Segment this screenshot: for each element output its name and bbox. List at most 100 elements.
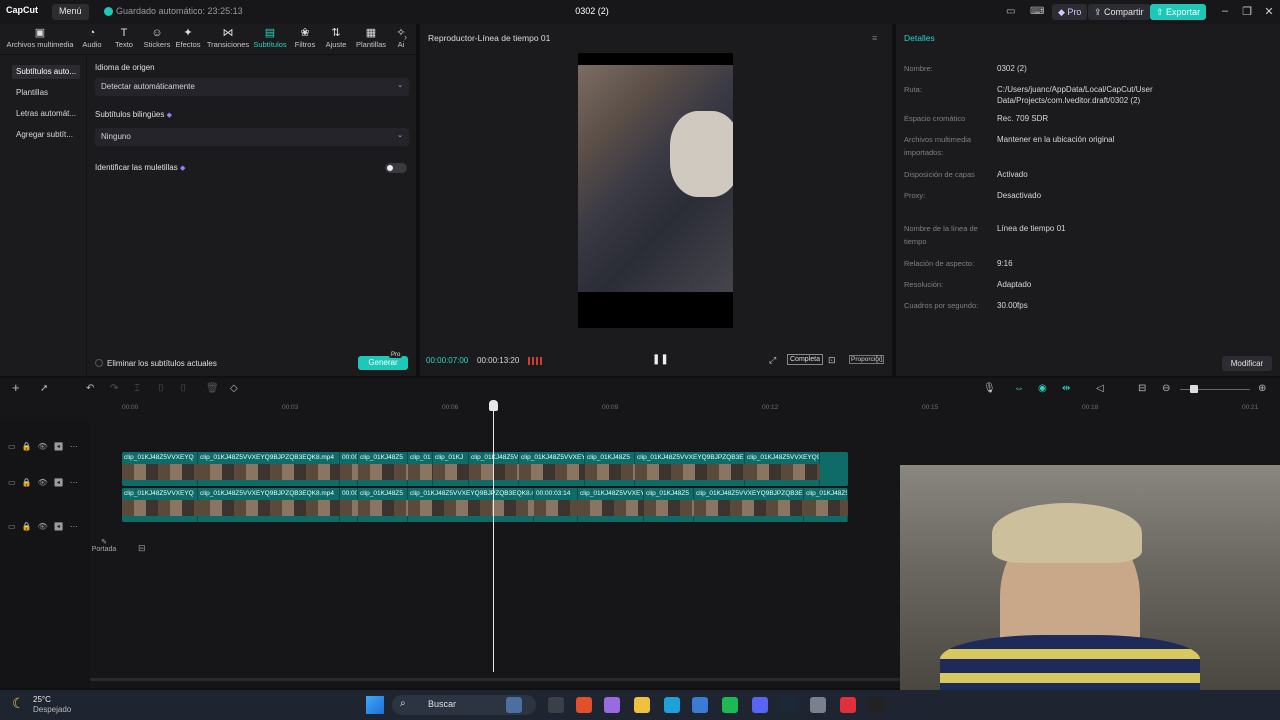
clip[interactable]: 00:00:03:14 <box>534 488 578 522</box>
menu-button[interactable]: Menú <box>52 4 89 20</box>
audio-split-icon[interactable]: ◁ <box>1096 383 1104 394</box>
chevron-right-icon[interactable]: › <box>404 32 407 42</box>
clip[interactable]: clip_01KJ48Z5VVXEYQ9BJPZQB3EQK8.mp4 <box>408 488 534 522</box>
generate-button[interactable]: Generar <box>358 356 408 370</box>
clip[interactable]: clip_01KJ48Z5VVXEYQ9BJPZQB3EQK8.mp4 <box>198 452 340 486</box>
copilot-icon[interactable] <box>604 697 620 713</box>
video-track-2[interactable]: clip_01KJ48Z5VVXEYQ clip_01KJ48Z5VVXEYQ9B… <box>122 488 848 522</box>
zoom-out-icon[interactable]: ⊖ <box>1162 383 1170 394</box>
tab-captions[interactable]: ▤ Subtítulos <box>252 27 288 53</box>
fullscreen-icon[interactable]: ⛶ <box>876 354 882 365</box>
track-controls[interactable]: ▭🔒👁◀⋯ <box>8 478 84 487</box>
layout-icon[interactable]: ▭ <box>1006 6 1015 17</box>
delete-icon[interactable]: 🗑 <box>206 383 219 394</box>
timeline-ruler[interactable]: 00:00 00:03 00:06 00:09 00:12 00:15 00:18 00:21 <box>90 400 1280 420</box>
clip[interactable]: clip_01KJ48Z5VVXEYQ <box>122 488 198 522</box>
remove-captions-checkbox[interactable] <box>95 359 103 367</box>
maximize-icon[interactable]: ❐ <box>1240 5 1254 18</box>
tab-template[interactable]: ▦ Plantillas <box>354 27 388 53</box>
track-controls[interactable]: ▭🔒👁◀⋯ <box>8 442 84 451</box>
redo-icon[interactable]: ↷ <box>110 383 118 394</box>
tab-sticker[interactable]: ☺ Stickers <box>142 27 172 53</box>
task-view-icon[interactable] <box>548 697 564 713</box>
discord-icon[interactable] <box>752 697 768 713</box>
tab-ai[interactable]: ✧ Ai <box>388 27 414 53</box>
tab-transition[interactable]: ⋈ Transiciones <box>206 27 250 53</box>
clip[interactable]: clip_01KJ48Z5 <box>358 488 408 522</box>
minimize-icon[interactable]: – <box>1218 5 1232 17</box>
clip[interactable]: clip_01KJ48Z5VVXEY <box>519 452 585 486</box>
select-pointer-icon[interactable]: ➚ <box>40 383 48 394</box>
marker-icon[interactable]: ◇ <box>230 383 238 394</box>
subnav-item[interactable]: Plantillas <box>12 86 80 100</box>
clip[interactable]: clip_01KJ48Z5VVXEYQ9BJPZQB3EQK8.mp4 <box>198 488 340 522</box>
pause-icon[interactable]: ❚❚ <box>652 354 669 365</box>
add-icon[interactable]: + <box>12 380 20 395</box>
clip[interactable]: 00:00 <box>340 452 358 486</box>
settings-icon[interactable] <box>810 697 826 713</box>
captions-track-icon[interactable]: ⊟ <box>1138 383 1146 394</box>
close-icon[interactable]: ✕ <box>1262 5 1276 18</box>
capcut-icon[interactable] <box>868 697 884 713</box>
crop-icon[interactable]: ⤢ <box>769 355 776 366</box>
tab-media[interactable]: ▣ Archivos multimedia <box>4 27 76 53</box>
split-right-icon[interactable]: ⌷ <box>180 383 186 394</box>
split-icon[interactable]: ⌶ <box>134 383 140 394</box>
clip[interactable]: clip_01KJ48Z5VVXEYQ9BJPZQB3E <box>635 452 745 486</box>
microphone-icon[interactable]: 🎙 <box>983 383 996 394</box>
store-icon[interactable] <box>692 697 708 713</box>
track-controls[interactable]: ▭🔒👁◀⋯ <box>8 522 84 531</box>
playhead[interactable] <box>493 400 494 672</box>
spotify-icon[interactable] <box>722 697 738 713</box>
pro-button[interactable]: ◆ Pro <box>1052 4 1088 20</box>
clip[interactable]: clip_01KJ48Z5VVXEYQ9BJPZQB3E <box>694 488 804 522</box>
clip[interactable]: clip_01KJ <box>433 452 469 486</box>
modify-button[interactable]: Modificar <box>1222 356 1272 371</box>
filler-words-toggle[interactable] <box>385 163 407 173</box>
split-left-icon[interactable]: ⌷ <box>158 383 164 394</box>
clip[interactable]: clip_01KJ48Z5 <box>358 452 408 486</box>
menu-icon[interactable]: ≡ <box>872 33 877 43</box>
tab-adjust[interactable]: ⇅ Ajuste <box>324 27 348 53</box>
timeline-scrollbar[interactable] <box>90 678 900 681</box>
clip[interactable]: clip_01 <box>408 452 433 486</box>
fit-full-button[interactable]: Completa <box>787 354 823 365</box>
windows-start-icon[interactable] <box>366 696 384 714</box>
subnav-item[interactable]: Letras automát... <box>12 107 80 121</box>
opera-icon[interactable] <box>840 697 856 713</box>
preview-axis-icon[interactable]: ⇹ <box>1062 383 1070 394</box>
shortcuts-icon[interactable]: ⌨ <box>1030 6 1044 17</box>
clip[interactable]: clip_01KJ48Z5VVXEYQ9 <box>745 452 820 486</box>
playhead-handle[interactable] <box>489 400 498 411</box>
brave-icon[interactable] <box>576 697 592 713</box>
subnav-item[interactable]: Subtítulos auto... <box>12 65 80 79</box>
clip[interactable]: 00:00 <box>340 488 358 522</box>
tab-audio[interactable]: ◔ Audio <box>80 27 104 53</box>
widgets-icon[interactable] <box>506 697 522 713</box>
source-language-select[interactable]: Detectar automáticamente ⌄ <box>95 78 409 96</box>
cover-button[interactable]: ✎ Portada <box>90 538 118 562</box>
undo-icon[interactable]: ↶ <box>86 383 94 394</box>
clip[interactable]: clip_01KJ48Z5VVXEYQ9 <box>804 488 848 522</box>
tab-text[interactable]: T Texto <box>112 27 136 53</box>
clip[interactable]: clip_01KJ48Z5VVXEY <box>578 488 644 522</box>
clip[interactable]: clip_01KJ48Z5VVXEYQ9 <box>469 452 519 486</box>
subnav-item[interactable]: Agregar subtít... <box>12 128 80 142</box>
magnet-icon[interactable]: ◉ <box>1038 383 1047 394</box>
zoom-slider-handle[interactable] <box>1190 385 1198 393</box>
file-explorer-icon[interactable] <box>634 697 650 713</box>
clip[interactable]: clip_01KJ48Z5VVXEYQ <box>122 452 198 486</box>
tab-filter[interactable]: ❀ Filtros <box>292 27 318 53</box>
bilingual-select[interactable]: Ninguno ⌄ <box>95 128 409 146</box>
video-preview[interactable] <box>578 53 733 328</box>
steam-icon[interactable] <box>780 697 796 713</box>
zoom-in-icon[interactable]: ⊕ <box>1258 383 1266 394</box>
tab-effects[interactable]: ✦ Efectos <box>174 27 202 53</box>
export-button[interactable]: ⇧ Exportar <box>1150 4 1207 20</box>
video-track-1[interactable]: clip_01KJ48Z5VVXEYQ clip_01KJ48Z5VVXEYQ9B… <box>122 452 848 486</box>
edge-icon[interactable] <box>664 697 680 713</box>
clip[interactable]: clip_01KJ48Z5 <box>585 452 635 486</box>
clip[interactable]: clip_01KJ48Z5 <box>644 488 694 522</box>
snapshot-icon[interactable]: ⊡ <box>828 355 836 366</box>
share-button[interactable]: ⇪ Compartir <box>1088 4 1150 20</box>
